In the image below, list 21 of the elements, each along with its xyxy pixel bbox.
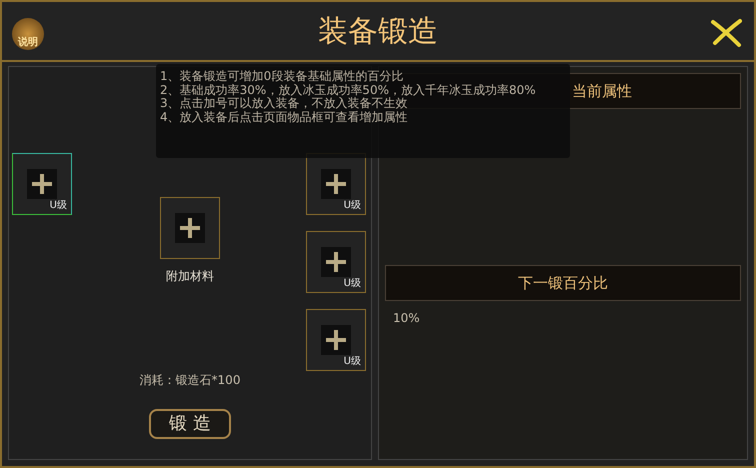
grade-label: U级 (344, 200, 361, 212)
window-title: 装备锻造 (318, 13, 438, 51)
close-icon[interactable] (710, 18, 742, 48)
tooltip-line: 3、点击加号可以放入装备，不放入装备不生效 (160, 96, 408, 110)
section-header: 下一锻百分比 (385, 265, 741, 301)
item-slot[interactable]: U级 (12, 153, 72, 215)
forge-button[interactable]: 锻 造 (149, 409, 231, 439)
grade-label: U级 (50, 200, 67, 212)
tooltip-line: 4、放入装备后点击页面物品框可查看增加属性 (160, 110, 408, 124)
tooltip-line: 1、装备锻造可增加0段装备基础属性的百分比 (160, 69, 404, 83)
item-slot[interactable] (160, 197, 220, 259)
tooltip-line: 2、基础成功率30%，放入冰玉成功率50%，放入千年冰玉成功率80% (160, 82, 536, 97)
grade-label: U级 (344, 278, 361, 290)
item-slot[interactable]: U级 (306, 309, 366, 371)
cost-text: 消耗：锻造石*100 (138, 372, 242, 389)
section-title: 当前属性 (572, 80, 632, 102)
grade-label: U级 (344, 356, 361, 368)
percent-value: 10% (393, 310, 420, 327)
help-button[interactable]: 说明 (12, 18, 44, 50)
item-slot[interactable]: U级 (306, 231, 366, 293)
material-label: 附加材料 (166, 268, 214, 285)
